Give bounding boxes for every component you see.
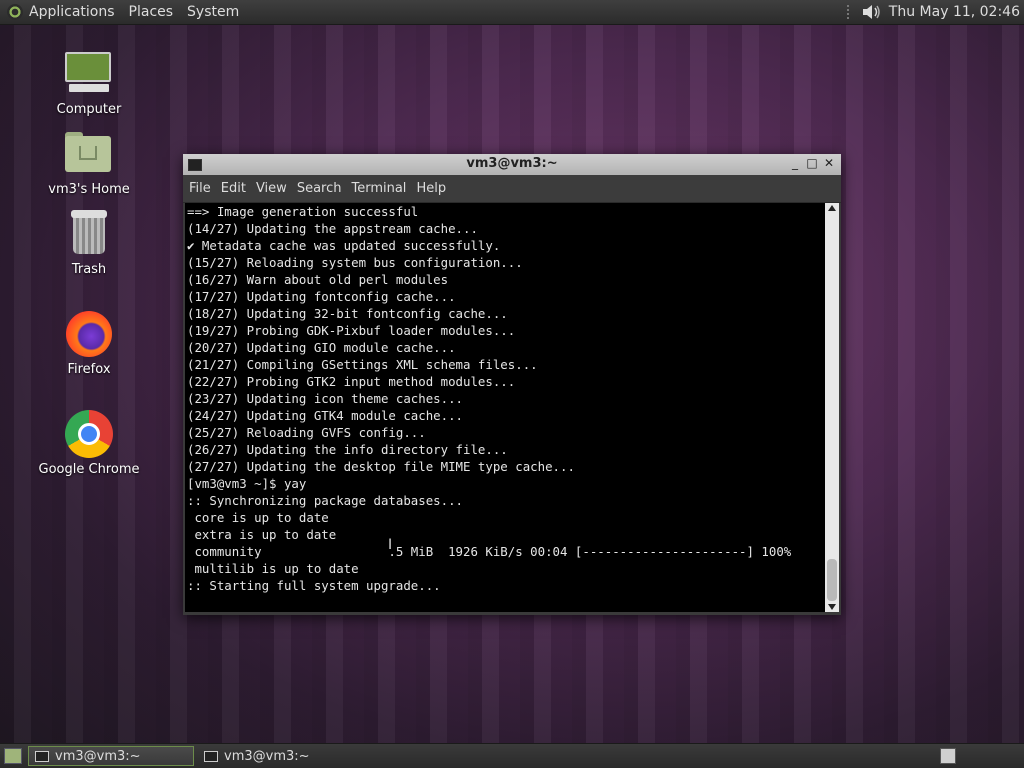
maximize-button[interactable]: □ [806,157,818,169]
terminal-line: (22/27) Probing GTK2 input method module… [187,374,516,389]
menu-search[interactable]: Search [297,181,342,196]
taskbar-item-label: vm3@vm3:~ [55,748,141,764]
terminal-line: (19/27) Probing GDK-Pixbuf loader module… [187,323,516,338]
gnome-foot-icon[interactable] [7,4,23,20]
terminal-icon [204,750,218,762]
terminal-line: (27/27) Updating the desktop file MIME t… [187,459,575,474]
menu-system[interactable]: System [187,4,239,20]
terminal-line: (23/27) Updating icon theme caches... [187,391,464,406]
terminal-line: (20/27) Updating GIO module cache... [187,340,456,355]
taskbar-item-terminal-1[interactable]: vm3@vm3:~ [28,746,194,766]
terminal-line: extra is up to date [187,527,337,542]
terminal-line: (26/27) Updating the info directory file… [187,442,508,457]
tray-separator [846,5,855,19]
system-tray: Thu May 11, 02:46 [846,0,1024,24]
taskbar-item-label: vm3@vm3:~ [224,748,310,764]
terminal-line: (25/27) Reloading GVFS config... [187,425,426,440]
terminal-line: (24/27) Updating GTK4 module cache... [187,408,464,423]
top-panel: Applications Places System Thu May 11, 0… [0,0,1024,25]
home-folder-icon [63,128,115,180]
terminal-line: (18/27) Updating 32-bit fontconfig cache… [187,306,508,321]
desktop-icon-computer[interactable]: Computer [29,48,149,117]
desktop-icon-label: Computer [56,102,122,117]
menu-file[interactable]: File [189,181,211,196]
terminal-line: :: Synchronizing package databases... [187,493,464,508]
menu-view[interactable]: View [256,181,287,196]
close-button[interactable]: ✕ [823,157,835,169]
window-title: vm3@vm3:~ [466,156,558,171]
terminal-scrollbar[interactable] [825,203,839,612]
workspace-switcher[interactable] [940,748,956,764]
computer-icon [63,48,115,100]
desktop-icon-chrome[interactable]: Google Chrome [29,408,149,477]
window-titlebar[interactable]: vm3@vm3:~ _ □ ✕ [183,154,841,175]
terminal-line: ==> Image generation successful [187,204,419,219]
minimize-button[interactable]: _ [789,157,801,169]
clock[interactable]: Thu May 11, 02:46 [889,4,1020,20]
terminal-line: (17/27) Updating fontconfig cache... [187,289,456,304]
menu-terminal[interactable]: Terminal [351,181,406,196]
bottom-panel: vm3@vm3:~ vm3@vm3:~ [0,743,1024,768]
terminal-line: multilib is up to date [187,561,359,576]
speaker-icon[interactable] [861,3,883,21]
scroll-down-icon[interactable] [828,604,836,610]
menu-places[interactable]: Places [129,4,174,20]
scroll-up-icon[interactable] [828,205,836,211]
terminal-line: (15/27) Reloading system bus configurati… [187,255,523,270]
chrome-icon [63,408,115,460]
scrollbar-thumb[interactable] [827,559,837,601]
desktop-icon-firefox[interactable]: Firefox [29,308,149,377]
terminal-line: :: Starting full system upgrade... [187,578,441,593]
taskbar-item-terminal-2[interactable]: vm3@vm3:~ [198,746,358,766]
menu-help[interactable]: Help [416,181,446,196]
terminal-line: (21/27) Compiling GSettings XML schema f… [187,357,538,372]
terminal-menubar: File Edit View Search Terminal Help [183,175,841,203]
desktop-icon-label: vm3's Home [48,182,130,197]
desktop-icon-home[interactable]: vm3's Home [29,128,149,197]
terminal-icon [35,750,49,762]
firefox-icon [63,308,115,360]
desktop-icon-label: Trash [71,262,107,277]
terminal-line: (14/27) Updating the appstream cache... [187,221,478,236]
terminal-line: (16/27) Warn about old perl modules [187,272,449,287]
terminal-window[interactable]: vm3@vm3:~ _ □ ✕ File Edit View Search Te… [183,154,841,615]
terminal-line: community .5 MiB 1926 KiB/s 00:04 [-----… [187,544,792,559]
desktop-icon-label: Firefox [67,362,111,377]
show-desktop-icon[interactable] [4,748,22,764]
terminal-line: ✔ Metadata cache was updated successfull… [187,238,501,253]
terminal-output[interactable]: ==> Image generation successful (14/27) U… [185,203,825,612]
desktop-icon-trash[interactable]: Trash [29,208,149,277]
menu-applications[interactable]: Applications [29,4,115,20]
terminal-line: core is up to date [187,510,329,525]
terminal-line: [vm3@vm3 ~]$ yay [187,476,307,491]
terminal-text: ==> Image generation successful (14/27) U… [185,203,825,594]
text-cursor-icon: I [388,537,393,553]
desktop-icon-label: Google Chrome [38,462,140,477]
menu-edit[interactable]: Edit [221,181,246,196]
trash-icon [63,208,115,260]
